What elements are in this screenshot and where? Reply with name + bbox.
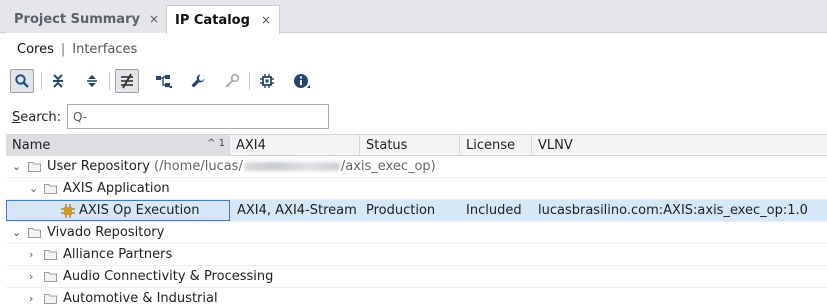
folder-icon — [28, 162, 41, 172]
key-icon — [225, 73, 240, 88]
tree-label: User Repository (/home/lucas/ /axis_exec_… — [47, 159, 436, 174]
wrench-icon — [191, 74, 205, 88]
ip-core-icon — [61, 204, 75, 218]
name-cell: ⌄ User Repository (/home/lucas/ /axis_exe… — [6, 156, 436, 177]
tab-ip-catalog-label: IP Catalog — [175, 12, 250, 28]
status-cell: Production — [366, 203, 436, 218]
column-header-name-label: Name — [12, 138, 51, 153]
column-header-name[interactable]: Name ^ 1 — [6, 135, 230, 156]
chevron-down-icon[interactable]: ⌄ — [29, 183, 39, 195]
customize-ip-button[interactable] — [186, 69, 210, 93]
column-header-vlnv-label: VLNV — [538, 138, 573, 153]
subtab-cores[interactable]: Cores — [17, 42, 54, 57]
search-placeholder: Q- — [73, 109, 88, 124]
collapse-all-button[interactable] — [46, 69, 70, 93]
vivado-repository-label: Vivado Repository — [47, 225, 165, 240]
column-header-status-label: Status — [366, 138, 408, 153]
vlnv-cell: lucasbrasilino.com:AXIS:axis_exec_op:1.0 — [538, 203, 808, 218]
tab-project-summary-label: Project Summary — [14, 11, 140, 27]
tree-row-automotive[interactable]: › Automotive & Industrial — [6, 288, 827, 306]
editor-tab-bar: Project Summary × IP Catalog × — [0, 0, 827, 34]
license-key-button[interactable] — [220, 69, 244, 93]
audio-label: Audio Connectivity & Processing — [63, 269, 274, 284]
ip-catalog-table: Name ^ 1 AXI4 Status License VLNV ⌄ User… — [6, 134, 827, 306]
catalog-view-switch: Cores | Interfaces — [17, 40, 137, 58]
tab-project-summary[interactable]: Project Summary × — [6, 5, 168, 33]
tree-row-axis-op-execution[interactable]: AXIS Op Execution AXI4, AXI4-Stream Prod… — [6, 200, 827, 222]
subtab-separator: | — [60, 41, 66, 57]
search-input[interactable]: Q- — [67, 104, 329, 129]
close-icon[interactable]: × — [149, 12, 159, 26]
filter-icon — [121, 73, 133, 89]
info-button[interactable] — [290, 69, 314, 93]
tree-row-axis-application[interactable]: ⌄ AXIS Application — [6, 178, 827, 200]
chevron-down-icon[interactable]: ⌄ — [12, 227, 22, 239]
hierarchy-icon — [156, 75, 172, 88]
column-header-axi4[interactable]: AXI4 — [230, 135, 360, 156]
folder-icon — [44, 184, 57, 194]
show-compatible-filter-button[interactable] — [115, 69, 139, 93]
chevron-right-icon[interactable]: › — [29, 271, 39, 283]
name-cell: › Alliance Partners — [6, 244, 230, 265]
name-cell: › Audio Connectivity & Processing — [6, 266, 273, 287]
expand-all-icon — [87, 75, 97, 87]
automotive-label: Automotive & Industrial — [63, 291, 218, 306]
search-icon — [15, 74, 29, 88]
column-header-axi4-label: AXI4 — [236, 138, 266, 153]
folder-icon — [44, 250, 57, 260]
folder-icon — [44, 272, 57, 282]
chip-icon — [260, 74, 274, 88]
alliance-partners-label: Alliance Partners — [63, 247, 173, 262]
ip-details-button[interactable] — [255, 69, 279, 93]
chevron-right-icon[interactable]: › — [29, 249, 39, 261]
table-header: Name ^ 1 AXI4 Status License VLNV — [6, 135, 827, 156]
column-header-vlnv[interactable]: VLNV — [532, 135, 827, 156]
expand-all-button[interactable] — [80, 69, 104, 93]
chevron-down-icon[interactable]: ⌄ — [12, 161, 22, 173]
search-label: Search: — [12, 110, 61, 125]
name-cell: › Automotive & Industrial — [6, 288, 230, 306]
catalog-toolbar — [10, 69, 330, 95]
group-by-button[interactable] — [152, 69, 176, 93]
folder-icon — [28, 228, 41, 238]
tree-row-alliance-partners[interactable]: › Alliance Partners — [6, 244, 827, 266]
repository-path-suffix: /axis_exec_op) — [340, 159, 436, 174]
name-cell: AXIS Op Execution — [6, 200, 230, 221]
tree-row-vivado-repository[interactable]: ⌄ Vivado Repository — [6, 222, 827, 244]
column-header-license-label: License — [466, 138, 516, 153]
name-cell: ⌄ Vivado Repository — [6, 222, 230, 243]
tree-row-user-repository[interactable]: ⌄ User Repository (/home/lucas/ /axis_exe… — [6, 156, 827, 178]
folder-icon — [44, 294, 57, 304]
license-cell: Included — [466, 203, 522, 218]
repository-path-prefix: (/home/lucas/ — [154, 159, 243, 174]
name-cell: ⌄ AXIS Application — [6, 178, 230, 199]
axis-op-execution-label: AXIS Op Execution — [79, 203, 200, 218]
axis-application-label: AXIS Application — [63, 181, 170, 196]
axi4-cell: AXI4, AXI4-Stream — [237, 203, 357, 218]
tree-row-audio[interactable]: › Audio Connectivity & Processing — [6, 266, 827, 288]
collapse-all-icon — [53, 74, 63, 88]
column-header-license[interactable]: License — [460, 135, 532, 156]
redacted-path — [243, 162, 340, 171]
close-icon[interactable]: × — [261, 13, 271, 27]
info-icon — [294, 74, 310, 88]
search-label-text: earch: — [20, 110, 62, 125]
user-repository-label: User Repository — [47, 159, 150, 174]
sort-ascending-icon: ^ 1 — [207, 138, 225, 149]
search-toggle-button[interactable] — [10, 69, 34, 93]
tab-ip-catalog[interactable]: IP Catalog × — [166, 5, 280, 34]
subtab-interfaces[interactable]: Interfaces — [72, 42, 137, 57]
column-header-status[interactable]: Status — [360, 135, 460, 156]
chevron-right-icon[interactable]: › — [29, 293, 39, 305]
